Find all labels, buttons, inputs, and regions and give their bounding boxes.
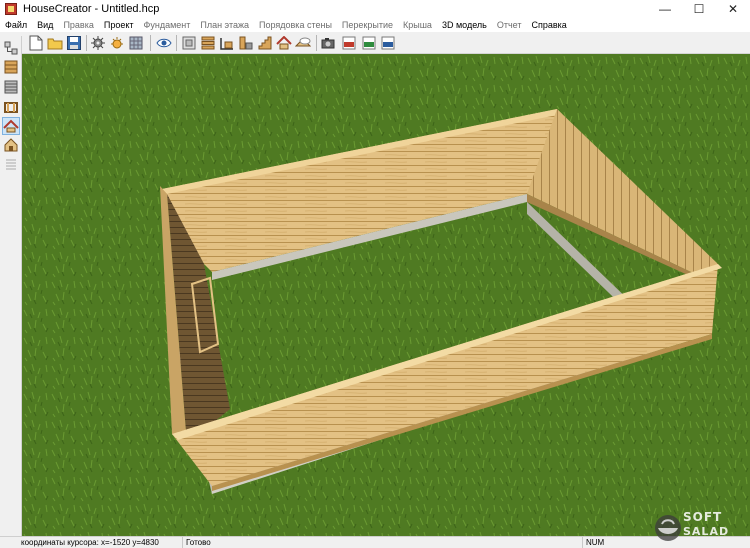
menu-wall-layout[interactable]: Порядовка стены (254, 18, 337, 32)
menu-report[interactable]: Отчет (492, 18, 527, 32)
open-folder-icon[interactable] (47, 35, 63, 51)
floor-plan-icon[interactable] (219, 35, 235, 51)
menu-file[interactable]: Файл (0, 18, 32, 32)
menu-help[interactable]: Справка (526, 18, 571, 32)
save-icon[interactable] (66, 35, 82, 51)
title-bar: HouseCreator - Untitled.hcp — ☐ ✕ (0, 0, 750, 18)
menu-foundation[interactable]: Фундамент (139, 18, 196, 32)
toolbar-separator (150, 35, 151, 51)
main-toolbar (0, 32, 750, 54)
menu-floor-plan[interactable]: План этажа (195, 18, 254, 32)
menu-roof[interactable]: Крыша (398, 18, 437, 32)
house-3d-icon[interactable] (3, 137, 19, 153)
sun-settings-icon[interactable] (109, 35, 125, 51)
status-bar: координаты курсора: x=-1520 y=4830 Готов… (0, 536, 750, 548)
new-file-icon[interactable] (28, 35, 44, 51)
export-3d-icon[interactable] (380, 35, 396, 51)
close-button[interactable]: ✕ (716, 0, 750, 18)
minimize-button[interactable]: — (648, 0, 682, 18)
settings-gear-icon[interactable] (90, 35, 106, 51)
watermark-line-1: SOFT (683, 510, 723, 524)
foundation-plan-icon[interactable] (181, 35, 197, 51)
log-wall-icon[interactable] (3, 79, 19, 95)
wall-section-icon[interactable] (238, 35, 254, 51)
mode-sidebar (0, 36, 22, 536)
status-message: Готово (182, 537, 582, 548)
wall-logs-icon[interactable] (200, 35, 216, 51)
softsalad-watermark: SOFT SALAD (653, 508, 750, 548)
texture-icon[interactable] (128, 35, 144, 51)
roof-mode-icon[interactable] (2, 117, 20, 135)
3d-scene (22, 54, 750, 536)
maximize-button[interactable]: ☐ (682, 0, 716, 18)
view-eye-icon[interactable] (156, 35, 172, 51)
watermark-line-2: SALAD (683, 525, 730, 538)
salad-bowl-icon (655, 515, 681, 541)
3d-viewport[interactable] (22, 54, 750, 536)
roof-snow-icon[interactable] (295, 35, 311, 51)
menu-ceiling[interactable]: Перекрытие (337, 18, 398, 32)
export-pdf-icon[interactable] (341, 35, 357, 51)
floor-frame-icon[interactable] (3, 99, 19, 115)
num-lock-indicator: NUM (582, 537, 650, 548)
menu-3d-model[interactable]: 3D модель (437, 18, 492, 32)
export-xls-icon[interactable] (361, 35, 377, 51)
window-title: HouseCreator - Untitled.hcp (23, 3, 160, 15)
toolbar-separator (316, 35, 317, 51)
toolbar-separator (86, 35, 87, 51)
camera-icon[interactable] (320, 35, 336, 51)
window-controls: — ☐ ✕ (648, 0, 750, 18)
list-icon[interactable] (3, 156, 19, 172)
menu-project[interactable]: Проект (99, 18, 139, 32)
roof-icon[interactable] (276, 35, 292, 51)
menu-view[interactable]: Вид (32, 18, 58, 32)
foundation-icon[interactable] (3, 59, 19, 75)
app-logo-icon (5, 3, 17, 15)
menu-bar: Файл Вид Правка Проект Фундамент План эт… (0, 18, 750, 32)
project-tree-icon[interactable] (3, 40, 19, 56)
cursor-coordinates: координаты курсора: x=-1520 y=4830 (21, 538, 159, 547)
toolbar-separator (176, 35, 177, 51)
stairs-icon[interactable] (257, 35, 273, 51)
menu-edit[interactable]: Правка (58, 18, 98, 32)
